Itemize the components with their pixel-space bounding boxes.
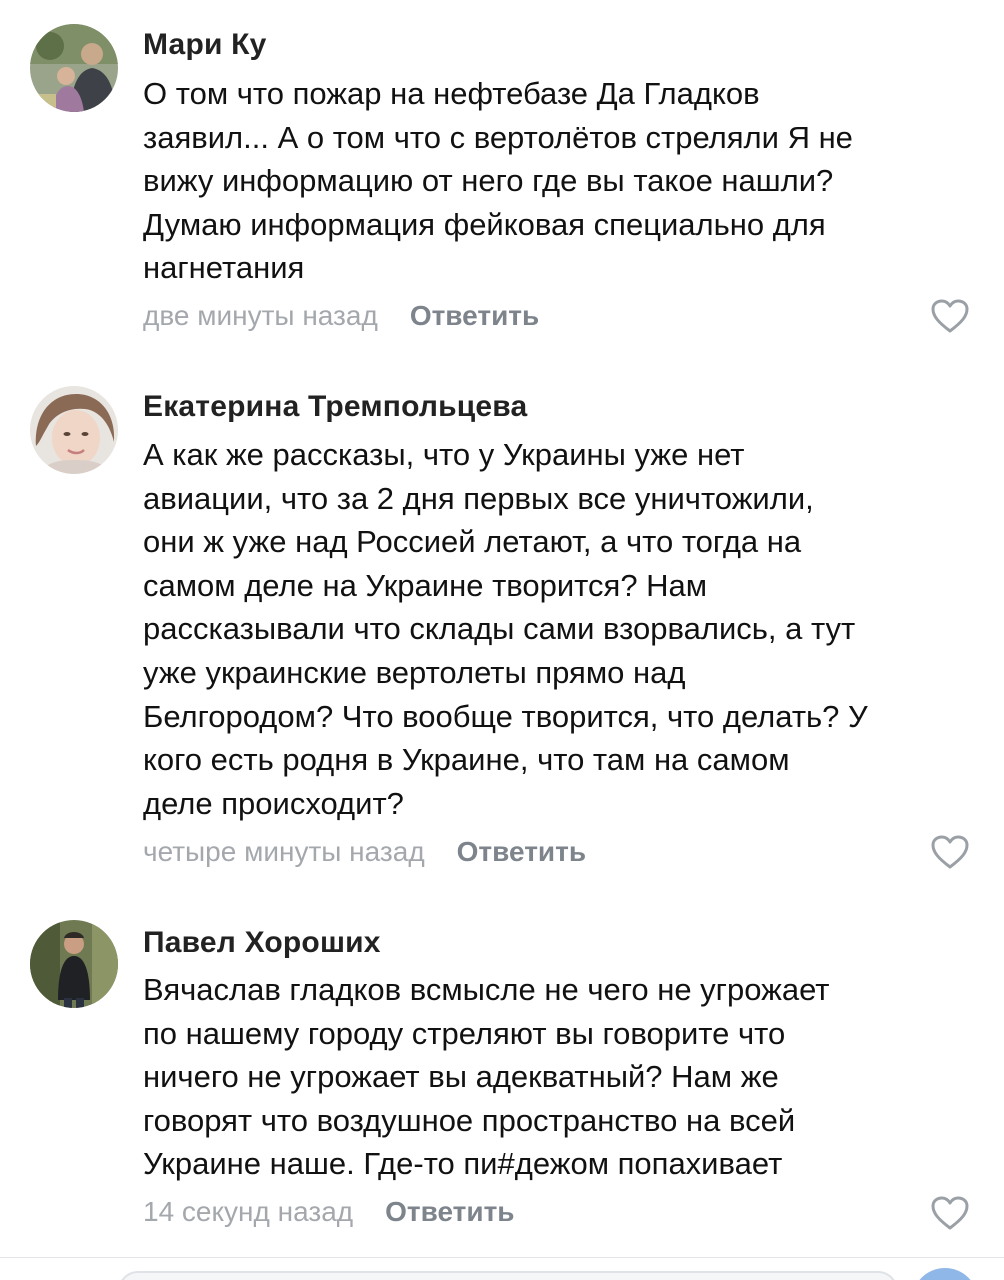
comment-author[interactable]: Павел Хороших [143, 926, 381, 960]
comment-text-line: нагнетания [143, 250, 305, 286]
comment-text-line: О том что пожар на нефтебазе Да Гладков [143, 76, 760, 111]
comment-text-line: Украине наше. Где-то пи#дежом попахивает [143, 1146, 783, 1182]
heart-outline-icon[interactable] [930, 834, 970, 870]
comment-input[interactable] [118, 1271, 898, 1280]
comment-text-line: авиации, что за 2 дня первых все уничтож… [143, 480, 814, 516]
comment-text-line: самом деле на Украине творится? Нам [143, 567, 708, 603]
avatar[interactable] [30, 920, 118, 1008]
comment-text: Вячаслав гладков всмысле не чего не угро… [143, 968, 983, 1186]
comment-text-line: деле происходит? [143, 785, 404, 821]
comment-timestamp: две минуты назад [143, 300, 378, 331]
comment-text: А как же рассказы, что у Украины уже нет… [143, 433, 983, 825]
comments-page: Мари Ку О том что пожар на нефтебазе Да … [0, 0, 1004, 1280]
comment-text-line: Думаю информация фейковая специально для [143, 206, 826, 242]
comment-text-line: рассказывали что склады сами взорвались,… [143, 611, 856, 647]
comment-text-line: говорят что воздушное пространство на вс… [143, 1102, 796, 1138]
comment-text-line: уже украинские вертолеты прямо над [143, 654, 686, 690]
avatar[interactable] [30, 386, 118, 474]
avatar[interactable] [30, 24, 118, 112]
comment-text-line: А как же рассказы, что у Украины уже нет [143, 437, 745, 472]
comment-timestamp: четыре минуты назад [143, 836, 425, 867]
comment-text-line: по нашему городу стреляют вы говорите чт… [143, 1015, 786, 1051]
reply-button[interactable]: Ответить [457, 836, 586, 868]
comment-text-line: они ж уже над Россией летают, а что тогд… [143, 524, 802, 560]
comment-meta: 14 секунд назад Ответить [143, 1196, 515, 1228]
comment-timestamp: 14 секунд назад [143, 1196, 354, 1227]
comment-author[interactable]: Мари Ку [143, 28, 267, 62]
reply-button[interactable]: Ответить [410, 300, 539, 332]
heart-outline-icon[interactable] [930, 1195, 970, 1231]
comment-text-line: ничего не угрожает вы адекватный? Нам же [143, 1059, 779, 1095]
comment-meta: две минуты назад Ответить [143, 300, 539, 332]
comment-text-line: заявил... А о том что с вертолётов стрел… [143, 119, 853, 155]
comment-text-line: Белгородом? Что вообще творится, что дел… [143, 698, 868, 734]
comment-text: О том что пожар на нефтебазе Да Гладков … [143, 72, 983, 290]
heart-outline-icon[interactable] [930, 298, 970, 334]
comment-author[interactable]: Екатерина Тремпольцева [143, 390, 527, 424]
comment-text-line: кого есть родня в Украине, что там на са… [143, 742, 790, 778]
reply-button[interactable]: Ответить [385, 1196, 514, 1228]
comment-text-line: вижу информацию от него где вы такое наш… [143, 163, 834, 199]
comment-text-line: Вячаслав гладков всмысле не чего не угро… [143, 972, 830, 1007]
comment-meta: четыре минуты назад Ответить [143, 836, 586, 868]
